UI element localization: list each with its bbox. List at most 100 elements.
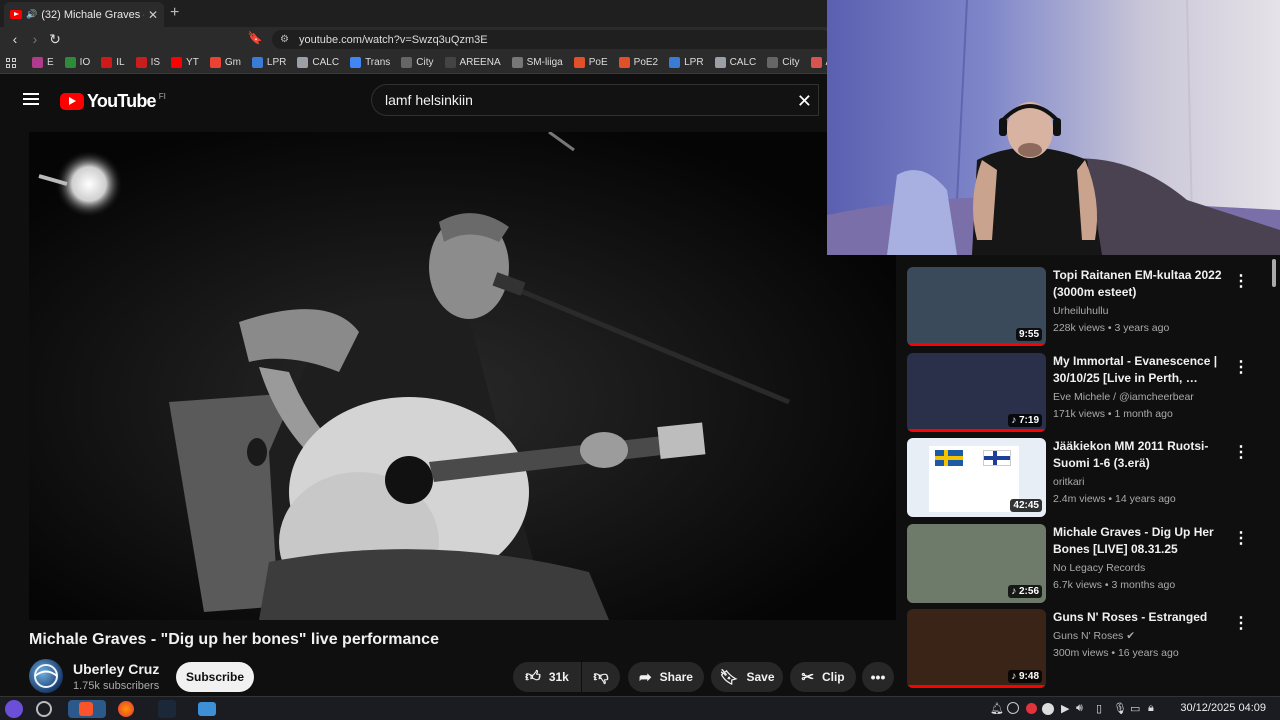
bookmark-item[interactable]: City [767, 57, 800, 68]
video-player[interactable] [29, 132, 896, 620]
url-field[interactable]: ⚙ youtube.com/watch?v=Swzq3uQzm3E [272, 30, 832, 49]
reload-icon[interactable]: ↻ [46, 31, 64, 48]
more-options-icon[interactable]: ⋮ [1233, 357, 1249, 377]
related-video-title[interactable]: My Immortal - Evanescence | 30/10/25 [Li… [1053, 353, 1228, 387]
bookmark-item[interactable]: City [401, 57, 434, 68]
video-duration: ♪ 9:48 [1008, 670, 1042, 683]
close-tab-icon[interactable]: ✕ [148, 8, 158, 22]
like-button[interactable]: 👍︎ 31k [513, 662, 581, 692]
back-icon[interactable]: ‹ [6, 31, 24, 47]
bookmark-item[interactable]: PoE [573, 57, 608, 68]
duration-text: 9:55 [1018, 329, 1039, 340]
file-manager-icon[interactable] [198, 702, 216, 716]
related-video-item[interactable]: ♪ 2:56 Michale Graves - Dig Up Her Bones … [907, 523, 1262, 604]
brave-taskbar-item[interactable] [68, 700, 106, 718]
video-thumbnail[interactable]: ♪ 2:56 [907, 523, 1046, 603]
video-thumbnail[interactable]: ♪ 9:48 [907, 609, 1046, 688]
bookmark-item[interactable]: PoE2 [618, 57, 658, 68]
phone-icon[interactable]: ▯ [1096, 702, 1102, 715]
youtube-logo[interactable]: YouTube FI [60, 91, 166, 112]
bookmark-label: IS [150, 57, 161, 68]
more-options-icon[interactable]: ⋮ [1233, 613, 1249, 633]
channel-avatar[interactable] [29, 659, 63, 693]
taskbar-clock[interactable]: 30/12/2025 04:09 [1180, 702, 1266, 714]
save-button[interactable]: 🔖︎ Save [711, 662, 783, 692]
related-video-item[interactable]: ♪ 7:19 My Immortal - Evanescence | 30/10/… [907, 352, 1262, 433]
subscribe-button[interactable]: Subscribe [176, 662, 254, 692]
bookmark-label: City [782, 57, 800, 68]
share-button[interactable]: ➦ Share [628, 662, 704, 692]
related-video-channel[interactable]: Eve Michele / @iamcheerbear [1053, 391, 1194, 403]
bookmark-item[interactable]: Gm [209, 57, 241, 68]
bookmark-item[interactable]: LPR [251, 57, 286, 68]
channel-name[interactable]: Uberley Cruz [73, 661, 159, 677]
bookmark-item[interactable]: Trans [350, 57, 390, 68]
bookmark-item[interactable]: IS [135, 57, 161, 68]
steam-tray-icon[interactable] [1007, 702, 1019, 714]
scissors-icon: ✂ [801, 669, 814, 686]
related-video-title[interactable]: Topi Raitanen EM-kultaa 2022 (3000m este… [1053, 267, 1228, 301]
volume-icon[interactable]: 🔊︎ [1076, 702, 1083, 715]
sidebar-scrollbar[interactable] [1271, 258, 1277, 696]
related-video-meta: 171k views • 1 month ago [1053, 407, 1173, 420]
video-thumbnail[interactable]: ♪ 7:19 [907, 352, 1046, 432]
dislike-button[interactable]: 👎︎ [582, 662, 620, 692]
video-thumbnail[interactable]: 9:55 [907, 267, 1046, 346]
bookmark-label: SM-liiga [526, 57, 563, 68]
related-video-title[interactable]: Jääkiekon MM 2011 Ruotsi-Suomi 1-6 (3.er… [1053, 438, 1228, 472]
browser-tab-youtube[interactable]: 🔊 (32) Michale Graves - "Dig ✕ [4, 2, 164, 27]
bookmark-item[interactable]: IL [101, 57, 125, 68]
related-video-channel[interactable]: Guns N' Roses ✔ [1053, 630, 1135, 642]
related-video-item[interactable]: 9:55 Topi Raitanen EM-kultaa 2022 (3000m … [907, 267, 1262, 347]
more-options-icon[interactable]: ⋮ [1233, 271, 1249, 291]
notification-icon[interactable]: 🔔︎ [990, 702, 1004, 715]
media-play-icon[interactable]: ▶ [1061, 702, 1069, 715]
start-menu-icon[interactable] [5, 700, 23, 718]
watch-progress-bar [907, 343, 1046, 346]
clear-search-icon[interactable]: ✕ [797, 91, 812, 112]
sidebar-scrollbar-thumb[interactable] [1272, 259, 1276, 287]
related-video-item[interactable]: 42:45 Jääkiekon MM 2011 Ruotsi-Suomi 1-6 … [907, 438, 1262, 518]
more-options-icon[interactable]: ⋮ [1233, 528, 1249, 548]
save-icon: 🔖︎ [719, 669, 739, 686]
new-tab-icon[interactable]: + [170, 4, 179, 22]
forward-icon[interactable]: › [26, 31, 44, 47]
related-video-title[interactable]: Michale Graves - Dig Up Her Bones [LIVE]… [1053, 524, 1228, 558]
bookmark-icon[interactable]: 🔖 [246, 31, 264, 45]
related-video-item[interactable]: ♪ 9:48 Guns N' Roses - Estranged Guns N' R… [907, 609, 1262, 689]
bookmark-item[interactable]: CALC [297, 57, 339, 68]
steam-icon[interactable] [158, 700, 176, 718]
more-options-icon[interactable]: ⋮ [1233, 442, 1249, 462]
update-icon[interactable] [1042, 703, 1054, 715]
bookmark-favicon-icon [573, 57, 585, 68]
bookmark-favicon-icon [350, 57, 362, 68]
speaker-icon[interactable]: 🔊 [26, 9, 37, 20]
video-thumbnail[interactable]: 42:45 [907, 438, 1046, 517]
related-video-channel[interactable]: oritkari [1053, 476, 1085, 488]
bookmark-item[interactable]: CALC [714, 57, 756, 68]
browser-app-icon[interactable] [36, 701, 52, 717]
related-video-channel[interactable]: No Legacy Records [1053, 562, 1145, 574]
bookmark-item[interactable]: LPR [669, 57, 704, 68]
apps-grid-icon[interactable] [6, 57, 16, 68]
lock-icon[interactable]: 🔒︎ [1148, 702, 1154, 715]
site-info-icon[interactable]: ⚙ [280, 34, 289, 45]
bookmark-item[interactable]: SM-liiga [511, 57, 563, 68]
bookmark-item[interactable]: AREENA [444, 57, 501, 68]
menu-icon[interactable] [23, 93, 39, 105]
bookmark-item[interactable]: E [32, 57, 54, 68]
bookmark-label: CALC [312, 57, 340, 68]
related-video-channel[interactable]: Urheiluhullu [1053, 305, 1108, 317]
search-input[interactable]: lamf helsinkiin ✕ [371, 84, 819, 116]
bookmark-item[interactable]: YT [171, 57, 199, 68]
more-actions-button[interactable]: ••• [862, 662, 894, 692]
bookmark-item[interactable]: IO [64, 57, 90, 68]
microphone-icon[interactable]: 🎙︎ [1113, 702, 1127, 715]
display-icon[interactable]: ▭ [1130, 702, 1140, 715]
bookmark-favicon-icon [511, 57, 523, 68]
record-icon[interactable] [1026, 703, 1037, 714]
related-video-title[interactable]: Guns N' Roses - Estranged [1053, 609, 1228, 626]
clip-button[interactable]: ✂ Clip [790, 662, 856, 692]
firefox-icon[interactable] [118, 701, 134, 717]
watch-progress-bar [907, 428, 1046, 432]
